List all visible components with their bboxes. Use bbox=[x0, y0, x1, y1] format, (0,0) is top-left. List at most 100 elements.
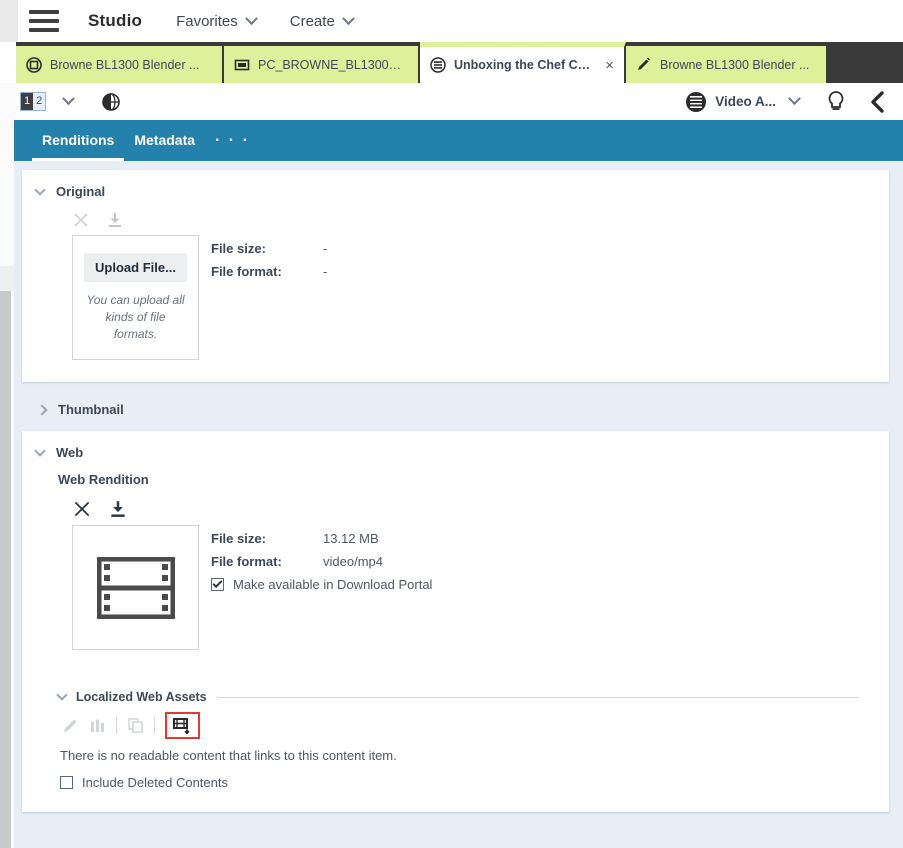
meta-key: File format: bbox=[211, 554, 282, 569]
left-gutter-top bbox=[0, 120, 14, 266]
localized-web-assets-toolbar bbox=[22, 704, 889, 739]
section-web: Web Web Rendition File size: 13.12 MB Fi… bbox=[22, 431, 889, 812]
close-icon[interactable]: × bbox=[605, 58, 614, 73]
chevron-down-icon[interactable] bbox=[62, 92, 76, 106]
chevron-down-icon bbox=[788, 92, 801, 106]
menu-favorites-label: Favorites bbox=[176, 12, 238, 30]
meta-value: - bbox=[323, 241, 328, 256]
section-thumbnail-title: Thumbnail bbox=[58, 402, 124, 417]
chevron-down-icon bbox=[244, 11, 258, 25]
section-original-title: Original bbox=[56, 184, 106, 199]
product-icon bbox=[26, 56, 42, 73]
tab-unboxing-chef-corp[interactable]: Unboxing the Chef Corp. ... × bbox=[420, 42, 626, 83]
tab-metadata[interactable]: Metadata bbox=[124, 120, 205, 161]
web-rendition-preview[interactable] bbox=[72, 525, 199, 650]
chevron-left-icon[interactable] bbox=[867, 90, 889, 114]
toolbar-separator bbox=[116, 717, 117, 734]
localized-assets-empty-message: There is no readable content that links … bbox=[60, 748, 397, 763]
edit-pencil-icon bbox=[64, 719, 77, 732]
include-deleted-label: Include Deleted Contents bbox=[82, 775, 228, 790]
meta-row: File size: - bbox=[211, 241, 327, 256]
document-tabstrip: Browne BL1300 Blender ... PC_BROWNE_BL13… bbox=[0, 42, 903, 83]
film-strip-icon bbox=[96, 556, 175, 619]
web-rendition-body: File size: 13.12 MB File format: video/m… bbox=[22, 519, 889, 672]
download-rendition-icon bbox=[109, 213, 121, 227]
compare-versions-icon bbox=[91, 719, 104, 732]
chevron-down-icon bbox=[56, 689, 68, 701]
meta-value: 13.12 MB bbox=[323, 531, 379, 546]
menu-favorites[interactable]: Favorites bbox=[176, 11, 258, 30]
tab-renditions[interactable]: Renditions bbox=[32, 120, 125, 161]
tab-label: Unboxing the Chef Corp. ... bbox=[454, 58, 598, 72]
tab-label: PC_BROWNE_BL1300_BL... bbox=[258, 57, 408, 72]
pencil-icon bbox=[638, 57, 650, 70]
app-header: Studio Favorites Create bbox=[0, 0, 903, 42]
original-rendition-toolbar bbox=[22, 199, 889, 229]
hamburger-icon[interactable] bbox=[22, 0, 66, 42]
chevron-right-icon bbox=[36, 403, 48, 416]
upload-file-button[interactable]: Upload File... bbox=[84, 252, 187, 282]
section-thumbnail-header[interactable]: Thumbnail bbox=[22, 402, 889, 417]
section-original-header[interactable]: Original bbox=[22, 170, 889, 199]
pagination-stepper[interactable]: 1 2 bbox=[20, 92, 47, 111]
chevron-down-icon bbox=[34, 183, 46, 196]
asset-type-label: Video A... bbox=[715, 94, 776, 109]
video-asset-icon bbox=[430, 57, 446, 73]
detail-tabbar: Renditions Metadata · · · bbox=[14, 120, 903, 161]
original-upload-dropzone[interactable]: Upload File... You can upload all kinds … bbox=[72, 235, 199, 360]
include-deleted-row: Include Deleted Contents bbox=[22, 763, 889, 812]
menu-create[interactable]: Create bbox=[289, 11, 355, 30]
meta-key: File size: bbox=[211, 241, 266, 256]
delete-rendition-icon[interactable] bbox=[72, 499, 92, 519]
web-metadata: File size: 13.12 MB File format: video/m… bbox=[211, 525, 432, 650]
download-portal-label: Make available in Download Portal bbox=[233, 577, 433, 592]
globe-icon[interactable] bbox=[101, 92, 121, 112]
upload-hint-text: You can upload all kinds of file formats… bbox=[86, 292, 185, 341]
section-web-title: Web bbox=[56, 445, 84, 460]
add-video-asset-button[interactable] bbox=[165, 712, 200, 739]
web-rendition-label: Web Rendition bbox=[58, 472, 149, 487]
tab-browne-blender-edit[interactable]: Browne BL1300 Blender ... bbox=[626, 46, 826, 83]
meta-value: video/mp4 bbox=[323, 554, 383, 569]
download-portal-checkbox[interactable] bbox=[211, 578, 224, 591]
header-left-strip bbox=[0, 0, 18, 42]
picture-icon bbox=[234, 59, 250, 70]
video-asset-icon bbox=[686, 91, 707, 112]
tab-browne-blender-product[interactable]: Browne BL1300 Blender ... bbox=[16, 46, 224, 83]
lightbulb-icon[interactable] bbox=[825, 90, 847, 114]
tab-pc-browne-picture[interactable]: PC_BROWNE_BL1300_BL... bbox=[224, 46, 420, 83]
meta-row: File format: video/mp4 bbox=[211, 554, 432, 569]
original-metadata: File size: - File format: - bbox=[211, 235, 327, 360]
duplicate-icon bbox=[128, 718, 143, 733]
header-rule bbox=[216, 696, 859, 698]
include-deleted-checkbox[interactable] bbox=[60, 776, 73, 789]
menu-create-label: Create bbox=[289, 12, 335, 30]
tabstrip-left-rail bbox=[0, 42, 16, 83]
asset-type-selector[interactable]: Video A... bbox=[685, 91, 801, 113]
left-panel-collapsed-handle[interactable] bbox=[0, 291, 11, 848]
meta-value: - bbox=[323, 264, 328, 279]
meta-row: File size: 13.12 MB bbox=[211, 531, 432, 546]
toolbar-separator bbox=[154, 717, 155, 734]
section-original: Original Upload File... You can upload a… bbox=[22, 170, 889, 382]
download-rendition-icon[interactable] bbox=[108, 499, 128, 519]
left-gutter-mid bbox=[0, 266, 14, 291]
include-deleted-checkbox-row[interactable]: Include Deleted Contents bbox=[60, 775, 889, 790]
meta-key: File format: bbox=[211, 264, 282, 279]
meta-row: File format: - bbox=[211, 264, 327, 279]
localized-web-assets-title: Localized Web Assets bbox=[76, 690, 207, 704]
section-web-header[interactable]: Web bbox=[22, 431, 889, 460]
asset-toolbar: 1 2 Video A... bbox=[0, 83, 903, 120]
chevron-down-icon bbox=[34, 444, 46, 457]
download-portal-checkbox-row[interactable]: Make available in Download Portal bbox=[211, 577, 432, 592]
localized-web-assets-header[interactable]: Localized Web Assets bbox=[22, 672, 889, 704]
meta-key: File size: bbox=[211, 531, 266, 546]
delete-rendition-icon bbox=[74, 213, 88, 227]
toolbar-left-rail bbox=[0, 83, 16, 120]
tab-label: Browne BL1300 Blender ... bbox=[50, 57, 200, 72]
pagination-current: 1 bbox=[21, 93, 34, 110]
web-rendition-toolbar bbox=[22, 487, 889, 519]
tab-label: Browne BL1300 Blender ... bbox=[660, 57, 810, 72]
tab-overflow-menu[interactable]: · · · bbox=[205, 120, 260, 161]
app-brand: Studio bbox=[88, 11, 143, 30]
